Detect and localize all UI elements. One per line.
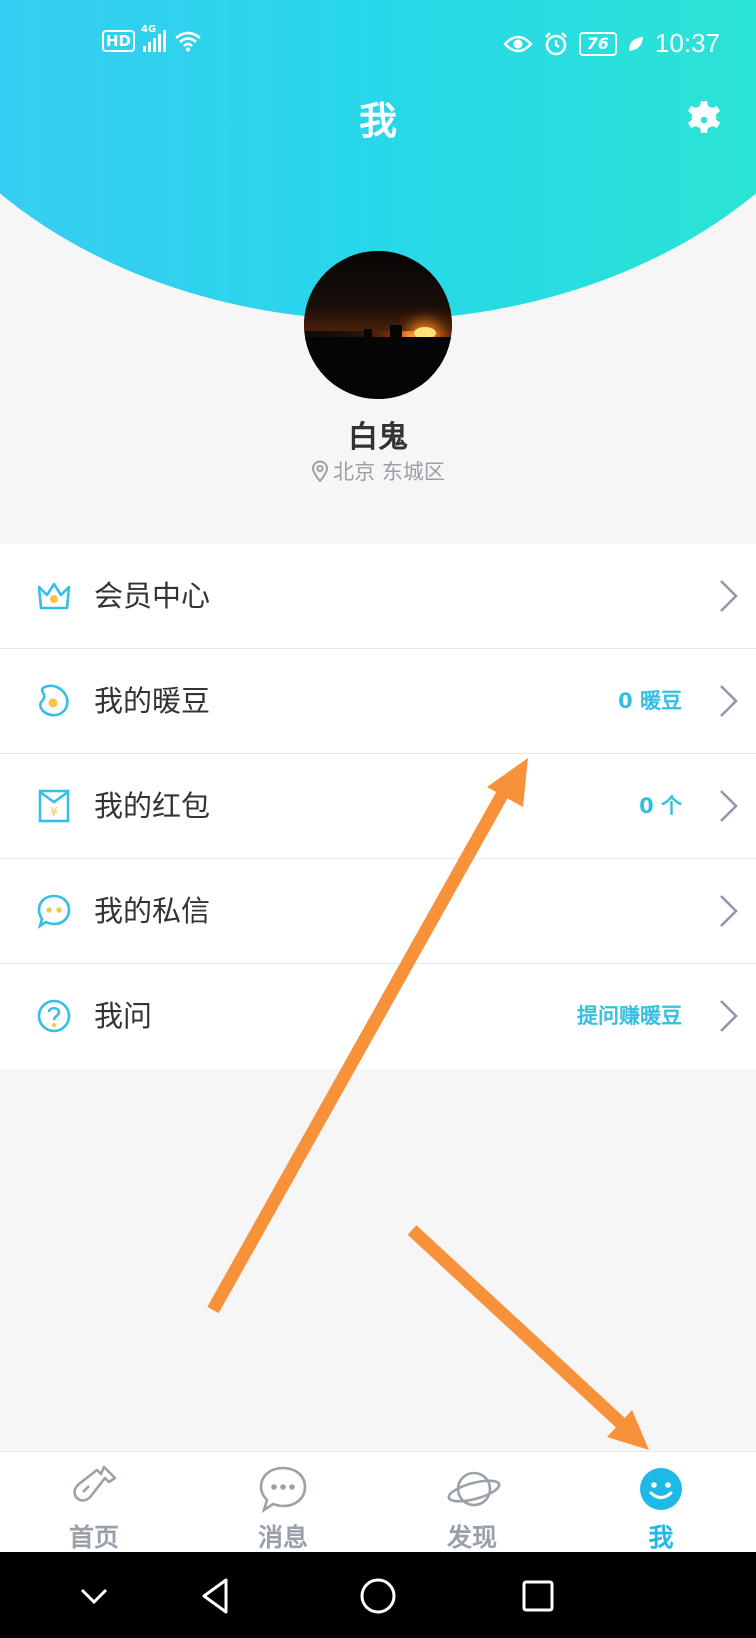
- red-envelope-icon: ¥: [38, 789, 70, 823]
- network-indicators: HD 4G: [102, 24, 202, 52]
- menu-item-label: 我问: [94, 999, 153, 1033]
- tab-me[interactable]: 我: [601, 1452, 721, 1553]
- home-circle-icon[interactable]: [356, 1574, 400, 1618]
- menu-item-vip-center[interactable]: 会员中心: [0, 544, 756, 649]
- bottle-icon: [73, 1465, 117, 1502]
- location-pin-icon: [312, 460, 329, 482]
- hd-badge: HD: [102, 30, 136, 52]
- menu-item-label: 会员中心: [94, 579, 211, 613]
- ask-earn-beans-hint: 提问赚暖豆: [577, 1004, 682, 1028]
- menu-list: 会员中心 我的暖豆 0 暖豆 ¥ 我的红包 0 个 我的私信 我问 提问赚暖豆: [0, 544, 756, 1069]
- menu-item-label: 我的红包: [94, 789, 211, 823]
- menu-item-my-questions[interactable]: 我问 提问赚暖豆: [0, 964, 756, 1069]
- page-title: 我: [358, 99, 397, 143]
- user-location: 北京 东城区: [0, 456, 756, 486]
- tab-label: 我: [648, 1523, 674, 1552]
- network-gen-label: 4G: [141, 24, 157, 35]
- chat-bubble-icon: [37, 894, 71, 929]
- message-icon: [259, 1466, 307, 1514]
- avatar[interactable]: [304, 251, 452, 399]
- red-envelope-count: 0 个: [639, 794, 682, 818]
- question-icon: [37, 999, 71, 1033]
- bean-icon: [39, 684, 69, 717]
- menu-item-label: 我的私信: [94, 894, 211, 928]
- menu-item-my-red-envelopes[interactable]: ¥ 我的红包 0 个: [0, 754, 756, 859]
- location-text: 北京 东城区: [333, 460, 445, 484]
- tab-label: 消息: [257, 1523, 308, 1552]
- tab-label: 首页: [68, 1523, 119, 1552]
- tab-label: 发现: [446, 1523, 497, 1552]
- user-name: 白鬼: [348, 420, 408, 455]
- leaf-icon: [628, 36, 643, 51]
- chevron-down-icon[interactable]: [72, 1574, 116, 1618]
- battery-indicator: 76: [578, 31, 617, 56]
- planet-icon: [447, 1471, 501, 1507]
- smiley-icon: [640, 1468, 682, 1510]
- system-navigation-bar: [0, 1552, 756, 1638]
- alarm-icon: [544, 31, 567, 55]
- bottom-tab-bar: 首页 消息 发现 我: [0, 1451, 756, 1552]
- tab-home[interactable]: 首页: [34, 1452, 154, 1553]
- status-bar: HD 4G 76 10:37: [0, 0, 756, 92]
- annotation-arrow-down: [407, 1225, 649, 1450]
- chevron-right-icon: [720, 580, 738, 612]
- recents-square-icon[interactable]: [516, 1574, 560, 1618]
- eye-icon: [503, 35, 533, 52]
- chevron-right-icon: [720, 685, 738, 717]
- tab-messages[interactable]: 消息: [223, 1452, 343, 1553]
- signal-icon: 4G: [141, 24, 167, 52]
- menu-item-label: 我的暖豆: [94, 684, 211, 718]
- menu-item-my-beans[interactable]: 我的暖豆 0 暖豆: [0, 649, 756, 754]
- chevron-right-icon: [720, 895, 738, 927]
- svg-text:¥: ¥: [50, 805, 58, 819]
- profile-page: HD 4G 76 10:37 我 白鬼 北京 东城区 会员中心 我的暖豆 0 暖…: [0, 0, 756, 1638]
- tab-discover[interactable]: 发现: [412, 1452, 532, 1553]
- crown-icon: [37, 582, 71, 610]
- settings-gear-icon[interactable]: [682, 98, 726, 142]
- wifi-icon: [175, 31, 201, 52]
- system-indicators: 76 10:37: [503, 28, 720, 59]
- chevron-right-icon: [720, 1000, 738, 1032]
- menu-item-private-messages[interactable]: 我的私信: [0, 859, 756, 964]
- back-icon[interactable]: [194, 1574, 238, 1618]
- chevron-right-icon: [720, 790, 738, 822]
- beans-count: 0 暖豆: [618, 689, 682, 713]
- clock: 10:37: [654, 28, 720, 58]
